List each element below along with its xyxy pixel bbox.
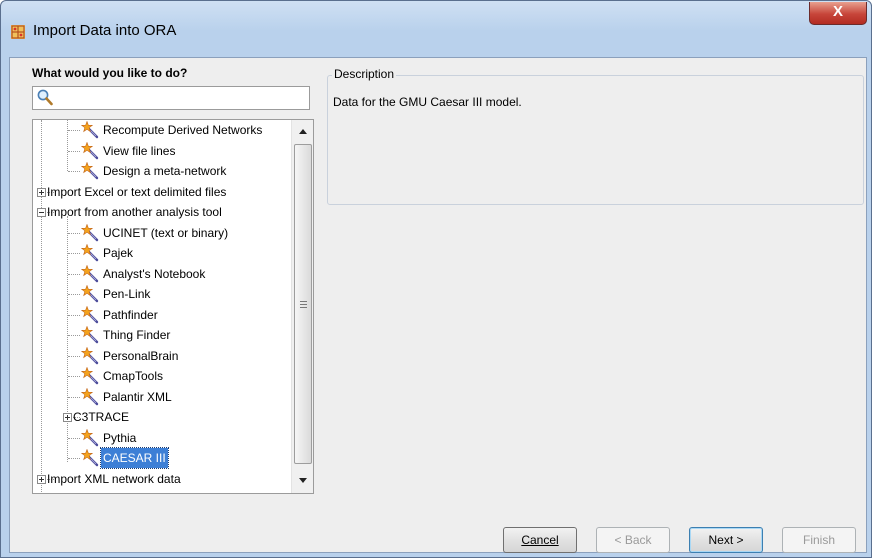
next-button[interactable]: Next > [689, 527, 763, 553]
tree-item-label-selected: CAESAR III [100, 447, 169, 469]
finish-button-label: Finish [802, 533, 835, 547]
tree-item-label: Pajek [103, 246, 134, 260]
description-legend: Description [332, 67, 397, 81]
back-button[interactable]: < Back [596, 527, 670, 553]
expand-plus-icon[interactable] [63, 413, 72, 422]
scrollbar-thumb[interactable] [294, 144, 312, 464]
wand-icon [80, 387, 99, 406]
wand-icon [80, 325, 99, 344]
tree-item-label: Thing Finder [103, 328, 171, 342]
tree-item-label: Import XML network data [47, 471, 181, 486]
wand-icon [80, 243, 99, 262]
wand-icon [80, 305, 99, 324]
dialog-content: What would you like to do? Recompute Der… [9, 57, 867, 553]
scroll-up-arrow-icon[interactable] [299, 129, 307, 134]
tree-item-label: Import Excel or text delimited files [47, 184, 227, 199]
collapse-minus-icon[interactable] [37, 208, 46, 217]
ora-grid-icon [11, 25, 25, 39]
tree-item-label: Import other data formats [47, 489, 182, 493]
tree-item-label: UCINET (text or binary) [103, 225, 229, 240]
import-options-tree[interactable]: Recompute Derived Networks View file line… [32, 119, 314, 494]
dialog-window: Import Data into ORA X What would you li… [0, 0, 872, 558]
tree-item-label: C3TRACE [73, 410, 130, 424]
tree-rows: Recompute Derived Networks View file line… [33, 120, 291, 493]
close-button[interactable]: X [809, 2, 867, 25]
title-bar[interactable]: Import Data into ORA X [1, 1, 871, 57]
cancel-button-label: Cancel [521, 533, 559, 547]
tree-scrollbar[interactable] [291, 120, 313, 493]
tree-item-label: Import from another analysis tool [47, 205, 222, 219]
wand-icon [80, 448, 99, 467]
tree-item-label: Palantir XML [103, 389, 172, 404]
search-input[interactable] [32, 86, 310, 110]
wand-icon [80, 141, 99, 160]
wand-icon [80, 428, 99, 447]
expand-plus-icon[interactable] [37, 474, 46, 484]
cancel-button[interactable]: Cancel [503, 527, 577, 553]
tree-item-label: Recompute Derived Networks [103, 123, 263, 137]
search-icon [37, 89, 53, 111]
tree-item-label: Pythia [103, 430, 137, 445]
task-prompt-label: What would you like to do? [32, 66, 188, 80]
window-title: Import Data into ORA [33, 22, 177, 39]
back-button-label: < Back [614, 533, 652, 547]
scroll-down-arrow-icon[interactable] [299, 478, 307, 483]
next-button-label: Next > [708, 533, 744, 547]
wand-icon [80, 223, 99, 242]
tree-item-label: View file lines [103, 143, 176, 158]
expand-plus-icon[interactable] [37, 187, 46, 197]
tree-item-label: Design a meta-network [103, 164, 227, 178]
tree-item-label: CmapTools [103, 369, 164, 383]
wand-icon [80, 264, 99, 283]
tree-item-label: PersonalBrain [103, 348, 179, 363]
wand-icon [80, 161, 99, 180]
tree-item-label: Analyst's Notebook [103, 266, 206, 281]
wand-icon [80, 120, 99, 139]
wand-icon [80, 284, 99, 303]
tree-item-label: Pen-Link [103, 287, 151, 301]
description-text: Data for the GMU Caesar III model. [333, 95, 522, 109]
wand-icon [80, 346, 99, 365]
tree-item-label: Pathfinder [103, 307, 158, 322]
finish-button[interactable]: Finish [782, 527, 856, 553]
wand-icon [80, 366, 99, 385]
